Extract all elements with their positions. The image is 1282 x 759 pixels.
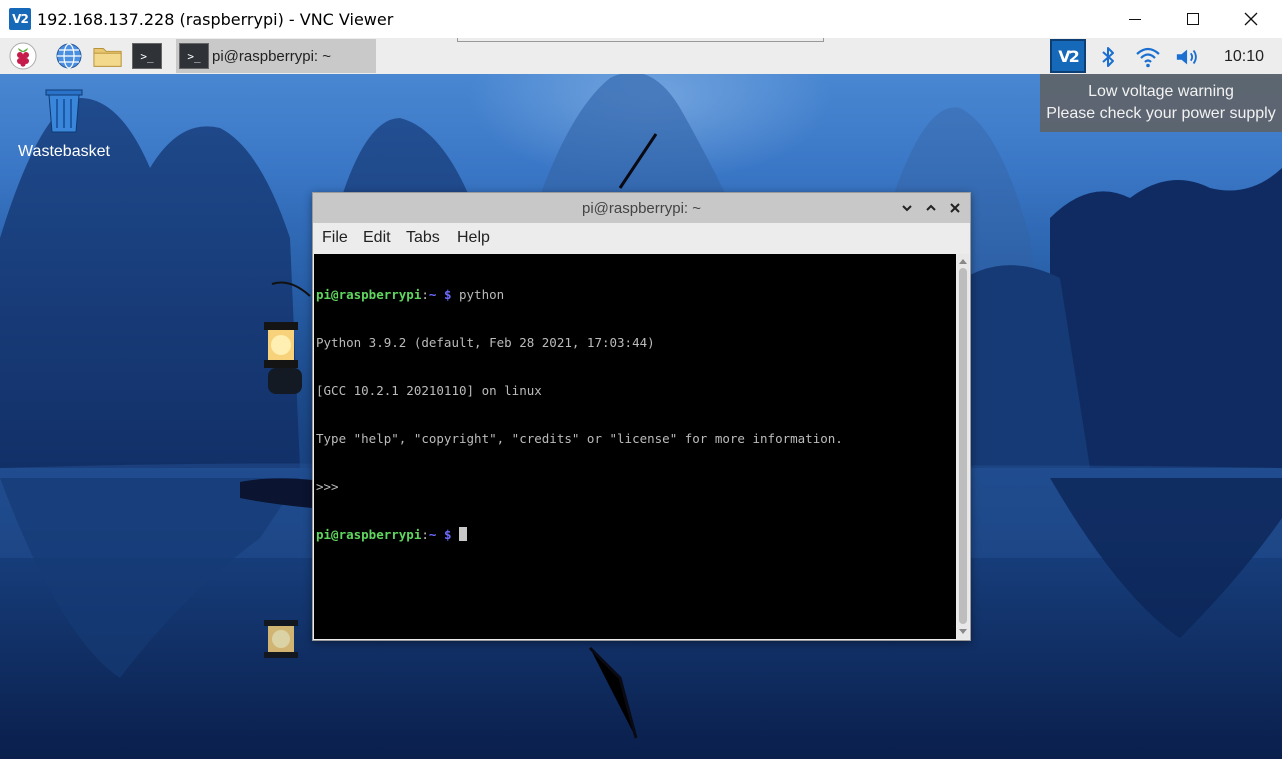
globe-icon	[56, 43, 82, 69]
terminal-menubar: File Edit Tabs Help	[313, 223, 970, 253]
close-button[interactable]	[1222, 0, 1280, 38]
menu-help[interactable]: Help	[457, 229, 490, 247]
terminal-line: pi@raspberrypi:~ $ python	[316, 287, 956, 303]
taskbar: >_ >_ pi@raspberrypi: ~ V2 10:10	[0, 38, 1282, 74]
taskbar-item-terminal[interactable]: >_ pi@raspberrypi: ~	[176, 39, 376, 73]
scroll-down-button[interactable]	[957, 626, 969, 638]
terminal-line: Type "help", "copyright", "credits" or "…	[316, 431, 843, 446]
taskbar-item-label: pi@raspberrypi: ~	[212, 48, 332, 65]
window-title: 192.168.137.228 (raspberrypi) - VNC View…	[37, 10, 394, 29]
menu-edit[interactable]: Edit	[363, 229, 391, 247]
close-icon	[950, 203, 960, 213]
maximize-button[interactable]	[1164, 0, 1222, 38]
terminal-line: >>>	[316, 479, 339, 494]
tooltip-message: Please check your power supply	[1046, 105, 1276, 122]
bluetooth-button[interactable]	[1095, 44, 1121, 70]
prompt-separator: :	[421, 287, 429, 302]
terminal-launcher-button[interactable]: >_	[132, 43, 162, 69]
tooltip-title: Low voltage warning	[1088, 83, 1234, 100]
terminal-line: Python 3.9.2 (default, Feb 28 2021, 17:0…	[316, 335, 655, 350]
raspberry-icon	[9, 42, 37, 70]
prompt-path: ~ $	[428, 527, 452, 542]
vnc-window-titlebar[interactable]: V2 192.168.137.228 (raspberrypi) - VNC V…	[0, 0, 1282, 38]
close-icon	[1244, 12, 1258, 26]
typed-command: python	[451, 287, 505, 302]
volume-button[interactable]	[1175, 44, 1201, 70]
terminal-title: pi@raspberrypi: ~	[581, 200, 702, 217]
clock[interactable]: 10:10	[1224, 48, 1264, 66]
terminal-window[interactable]: pi@raspberrypi: ~ File Edit Tabs Help pi…	[312, 192, 971, 641]
minimize-icon	[1129, 18, 1141, 20]
volume-icon	[1176, 49, 1197, 65]
prompt-separator: :	[421, 527, 429, 542]
chevron-down-icon	[902, 205, 912, 212]
vnc-logo-icon: V2	[9, 8, 31, 30]
text-cursor	[459, 527, 467, 541]
chevron-up-icon	[926, 204, 936, 211]
vnc-toolbar-handle[interactable]	[457, 38, 824, 42]
low-voltage-tooltip: Low voltage warning Please check your po…	[1040, 74, 1282, 132]
trash-icon	[45, 89, 83, 133]
menu-file[interactable]: File	[322, 229, 348, 247]
terminal-scrollbar[interactable]	[957, 254, 969, 639]
scrollbar-thumb[interactable]	[959, 268, 967, 624]
terminal-icon: >_	[140, 49, 154, 63]
terminal-close-button[interactable]	[946, 199, 964, 217]
prompt-user: pi@raspberrypi	[316, 287, 422, 302]
terminal-minimize-button[interactable]	[898, 199, 916, 217]
minimize-button[interactable]	[1106, 0, 1164, 38]
terminal-output[interactable]: pi@raspberrypi:~ $ python Python 3.9.2 (…	[314, 254, 956, 639]
scroll-up-button[interactable]	[957, 255, 969, 267]
wifi-icon	[1136, 47, 1160, 68]
chevron-up-icon	[959, 259, 967, 264]
wifi-button[interactable]	[1135, 44, 1161, 70]
lantern-reflection	[264, 620, 298, 658]
terminal-line: [GCC 10.2.1 20210110] on linux	[316, 383, 542, 398]
web-browser-button[interactable]	[54, 41, 84, 71]
maximize-icon	[1187, 13, 1199, 25]
chevron-down-icon	[959, 629, 967, 634]
remote-desktop[interactable]: >_ >_ pi@raspberrypi: ~ V2 10:10 Low vol…	[0, 38, 1282, 759]
file-manager-button[interactable]	[93, 41, 123, 71]
vnc-server-status-button[interactable]: V2	[1050, 39, 1086, 73]
raspberry-menu-button[interactable]	[8, 41, 38, 71]
terminal-titlebar[interactable]: pi@raspberrypi: ~	[313, 193, 970, 223]
prompt-user: pi@raspberrypi	[316, 527, 422, 542]
terminal-maximize-button[interactable]	[922, 199, 940, 217]
desktop-icon-wastebasket[interactable]: Wastebasket	[14, 88, 114, 161]
desktop-icon-label: Wastebasket	[18, 143, 110, 160]
menu-tabs[interactable]: Tabs	[406, 229, 440, 247]
terminal-icon: >_	[179, 43, 209, 69]
bluetooth-icon	[1102, 47, 1114, 67]
folder-icon	[93, 48, 122, 67]
prompt-path: ~ $	[428, 287, 452, 302]
terminal-line: pi@raspberrypi:~ $	[316, 527, 956, 543]
